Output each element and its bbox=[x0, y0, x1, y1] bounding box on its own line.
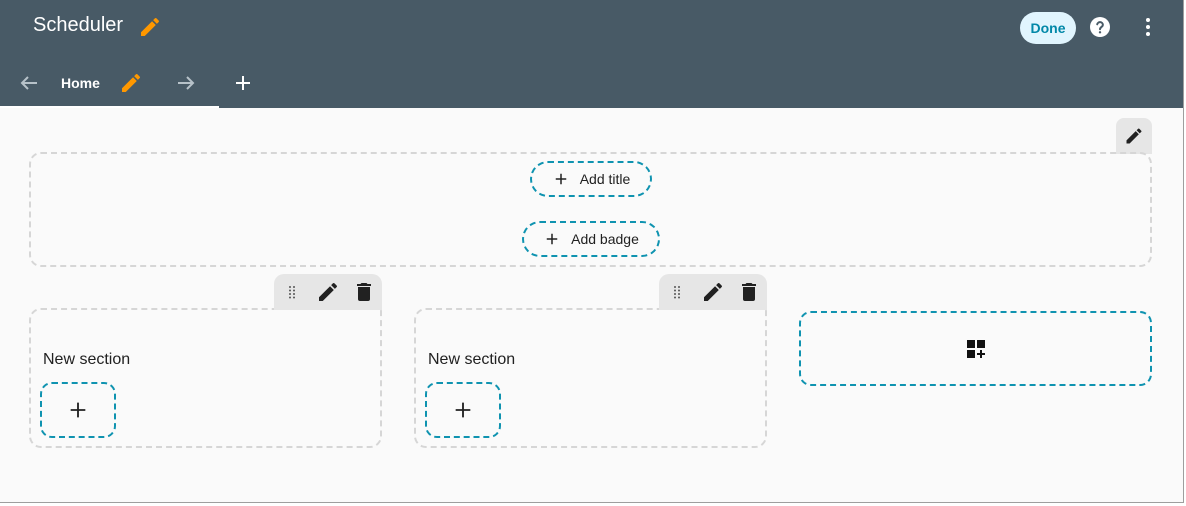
dashboard-editor: Scheduler Done Home Add title Add badge … bbox=[0, 0, 1184, 503]
add-card-button[interactable] bbox=[425, 382, 501, 438]
view-grid-plus-icon bbox=[966, 339, 985, 358]
add-title-label: Add title bbox=[579, 171, 631, 187]
section-title: New section bbox=[428, 351, 516, 368]
heading-card: Add title Add badge bbox=[29, 152, 1152, 267]
plus-icon bbox=[455, 402, 471, 418]
create-section-button[interactable] bbox=[799, 311, 1152, 386]
tab-label: Home bbox=[61, 75, 100, 91]
help-icon[interactable] bbox=[1088, 15, 1112, 39]
section-title: New section bbox=[43, 351, 131, 368]
page-title: Scheduler bbox=[33, 14, 124, 36]
add-view-plus-icon[interactable] bbox=[231, 71, 255, 95]
edit-title-pencil-icon[interactable] bbox=[138, 15, 162, 39]
plus-icon bbox=[555, 173, 566, 185]
edit-heading-pencil-icon[interactable] bbox=[1116, 118, 1152, 154]
add-badge-button[interactable]: Add badge bbox=[522, 221, 660, 257]
app-header: Scheduler Done Home bbox=[0, 0, 1183, 108]
section-card: New section bbox=[414, 274, 767, 448]
done-button[interactable]: Done bbox=[1020, 12, 1076, 44]
view-tab-bar: Home bbox=[0, 60, 1183, 108]
edit-section-pencil-icon[interactable] bbox=[316, 280, 340, 304]
arrow-right-icon[interactable] bbox=[174, 71, 198, 95]
delete-icon[interactable] bbox=[737, 280, 761, 304]
plus-icon bbox=[70, 402, 86, 418]
section-toolbar bbox=[659, 274, 767, 310]
add-card-button[interactable] bbox=[40, 382, 116, 438]
drag-handle-icon[interactable] bbox=[280, 280, 304, 304]
dots-vertical-icon[interactable] bbox=[1136, 15, 1160, 39]
dashboard-content: Add title Add badge New section New sect… bbox=[0, 108, 1183, 502]
tab-home[interactable]: Home bbox=[0, 60, 219, 108]
plus-icon bbox=[546, 233, 558, 245]
pencil-icon[interactable] bbox=[119, 71, 143, 95]
drag-handle-icon[interactable] bbox=[665, 280, 689, 304]
add-title-button[interactable]: Add title bbox=[530, 161, 652, 197]
edit-section-pencil-icon[interactable] bbox=[701, 280, 725, 304]
arrow-left-icon[interactable] bbox=[17, 71, 41, 95]
delete-icon[interactable] bbox=[352, 280, 376, 304]
section-card: New section bbox=[29, 274, 382, 448]
add-badge-label: Add badge bbox=[571, 231, 639, 247]
section-toolbar bbox=[274, 274, 382, 310]
